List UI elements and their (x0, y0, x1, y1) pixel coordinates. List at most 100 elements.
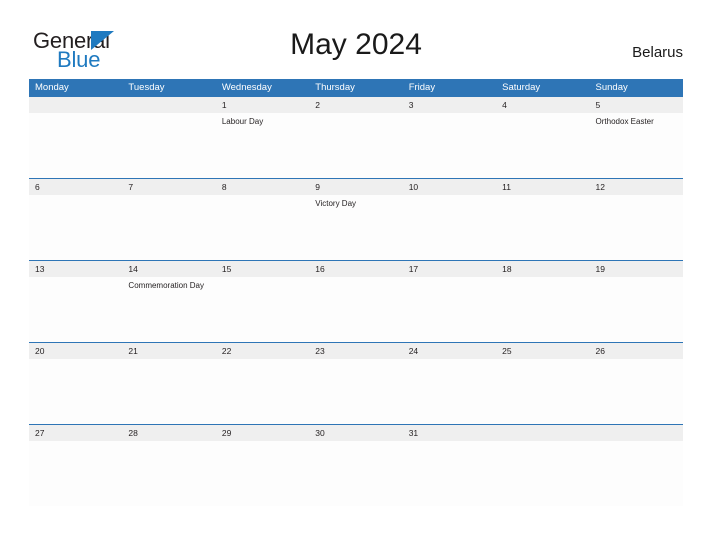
day-cell[interactable] (29, 113, 122, 178)
day-number[interactable] (29, 97, 122, 113)
day-cell[interactable]: Orthodox Easter (590, 113, 683, 178)
holiday-label: Orthodox Easter (595, 117, 654, 126)
day-cell[interactable] (496, 277, 589, 342)
day-cell[interactable]: Victory Day (309, 195, 402, 260)
day-cell[interactable] (216, 195, 309, 260)
day-number[interactable]: 1 (216, 97, 309, 113)
day-cell[interactable] (403, 195, 496, 260)
day-cell[interactable] (29, 277, 122, 342)
calendar-week-row: 1 2 3 4 5 Labour Day Orthodox Easter (29, 97, 683, 178)
day-number[interactable]: 7 (122, 179, 215, 195)
day-number-band: 20 21 22 23 24 25 26 (29, 343, 683, 359)
day-number[interactable]: 19 (590, 261, 683, 277)
day-event-band (29, 441, 683, 506)
day-number[interactable] (496, 425, 589, 441)
day-cell[interactable] (590, 359, 683, 424)
day-number[interactable]: 8 (216, 179, 309, 195)
day-cell[interactable] (309, 113, 402, 178)
weekday-header-friday: Friday (408, 82, 436, 93)
day-cell[interactable] (216, 277, 309, 342)
day-number[interactable]: 18 (496, 261, 589, 277)
day-number[interactable]: 13 (29, 261, 122, 277)
day-cell[interactable]: Labour Day (216, 113, 309, 178)
day-event-band: Victory Day (29, 195, 683, 260)
weekday-header-row: Monday Tuesday Wednesday Thursday Friday… (29, 79, 683, 97)
calendar-week-row: 13 14 15 16 17 18 19 Commemoration Day (29, 260, 683, 342)
day-number[interactable]: 4 (496, 97, 589, 113)
day-number-band: 1 2 3 4 5 (29, 97, 683, 113)
day-cell[interactable] (216, 441, 309, 506)
day-number[interactable]: 6 (29, 179, 122, 195)
day-cell[interactable]: Commemoration Day (122, 277, 215, 342)
calendar-week-row: 6 7 8 9 10 11 12 Victory Day (29, 178, 683, 260)
day-number[interactable]: 24 (403, 343, 496, 359)
day-number[interactable]: 23 (309, 343, 402, 359)
day-number[interactable]: 22 (216, 343, 309, 359)
day-cell[interactable] (496, 441, 589, 506)
day-cell[interactable] (216, 359, 309, 424)
day-number[interactable]: 26 (590, 343, 683, 359)
day-cell[interactable] (29, 359, 122, 424)
weekday-header-thursday: Thursday (315, 82, 355, 93)
day-number-band: 27 28 29 30 31 (29, 425, 683, 441)
day-number[interactable]: 29 (216, 425, 309, 441)
weekday-header-saturday: Saturday (502, 82, 541, 93)
day-number-band: 13 14 15 16 17 18 19 (29, 261, 683, 277)
day-number[interactable]: 11 (496, 179, 589, 195)
page-header: General Blue May 2024 Belarus (0, 0, 712, 79)
day-number[interactable]: 27 (29, 425, 122, 441)
calendar-week-row: 27 28 29 30 31 (29, 424, 683, 506)
weekday-header-sunday: Sunday (595, 82, 628, 93)
day-number[interactable]: 10 (403, 179, 496, 195)
calendar-week-row: 20 21 22 23 24 25 26 (29, 342, 683, 424)
day-cell[interactable] (122, 441, 215, 506)
calendar-grid: Monday Tuesday Wednesday Thursday Friday… (29, 79, 683, 506)
holiday-label: Labour Day (221, 117, 264, 126)
day-cell[interactable] (403, 359, 496, 424)
day-cell[interactable] (590, 277, 683, 342)
day-cell[interactable] (122, 195, 215, 260)
day-cell[interactable] (309, 441, 402, 506)
day-cell[interactable] (309, 277, 402, 342)
day-cell[interactable] (29, 441, 122, 506)
day-number[interactable]: 3 (403, 97, 496, 113)
day-cell[interactable] (29, 195, 122, 260)
day-cell[interactable] (496, 113, 589, 178)
day-number[interactable]: 28 (122, 425, 215, 441)
day-event-band: Commemoration Day (29, 277, 683, 342)
day-number[interactable]: 20 (29, 343, 122, 359)
day-cell[interactable] (496, 359, 589, 424)
day-number[interactable]: 9 (309, 179, 402, 195)
weekday-header-wednesday: Wednesday (221, 82, 272, 93)
day-number[interactable]: 31 (403, 425, 496, 441)
day-number[interactable]: 5 (590, 97, 683, 113)
day-number[interactable] (122, 97, 215, 113)
holiday-label: Commemoration Day (128, 281, 204, 290)
day-number[interactable]: 21 (122, 343, 215, 359)
page-title: May 2024 (290, 28, 422, 61)
day-number[interactable]: 12 (590, 179, 683, 195)
day-event-band: Labour Day Orthodox Easter (29, 113, 683, 178)
day-number[interactable] (590, 425, 683, 441)
day-number-band: 6 7 8 9 10 11 12 (29, 179, 683, 195)
day-number[interactable]: 17 (403, 261, 496, 277)
day-number[interactable]: 25 (496, 343, 589, 359)
day-number[interactable]: 14 (122, 261, 215, 277)
day-cell[interactable] (496, 195, 589, 260)
day-number[interactable]: 30 (309, 425, 402, 441)
day-cell[interactable] (590, 441, 683, 506)
day-number[interactable]: 15 (216, 261, 309, 277)
day-cell[interactable] (403, 441, 496, 506)
day-cell[interactable] (309, 359, 402, 424)
country-label: Belarus (632, 44, 683, 61)
weekday-header-monday: Monday (35, 82, 69, 93)
day-cell[interactable] (122, 359, 215, 424)
day-cell[interactable] (403, 113, 496, 178)
day-number[interactable]: 16 (309, 261, 402, 277)
day-cell[interactable] (122, 113, 215, 178)
holiday-label: Victory Day (315, 199, 357, 208)
day-event-band (29, 359, 683, 424)
day-cell[interactable] (403, 277, 496, 342)
day-cell[interactable] (590, 195, 683, 260)
day-number[interactable]: 2 (309, 97, 402, 113)
